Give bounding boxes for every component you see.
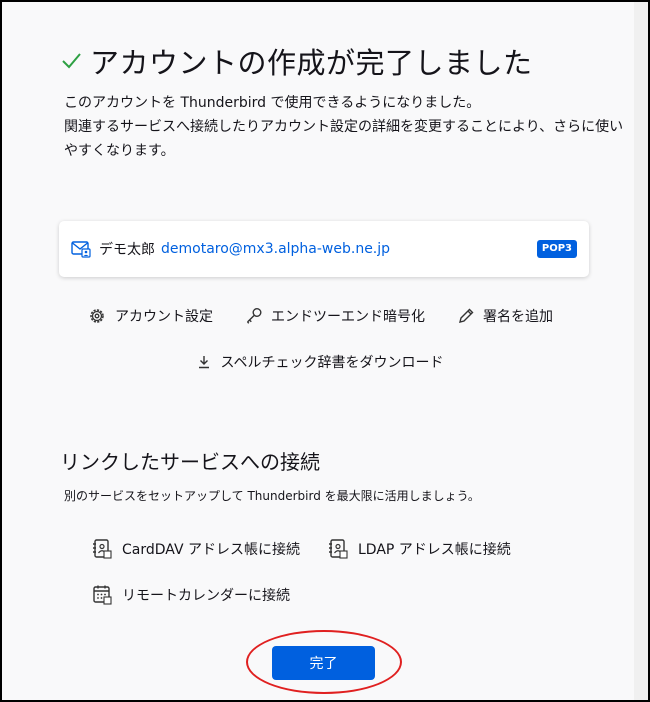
- calendar-label: リモートカレンダーに接続: [122, 588, 290, 604]
- protocol-badge: POP3: [536, 240, 577, 258]
- account-name: デモ太郎: [99, 242, 155, 258]
- connect-ldap-button[interactable]: LDAP アドレス帳に接続: [328, 538, 511, 560]
- intro-line-1: このアカウントを Thunderbird で使用できるようになりました。: [64, 95, 481, 111]
- page-title: アカウントの作成が完了しました: [90, 46, 533, 80]
- download-icon: [199, 356, 210, 369]
- add-signature-label: 署名を追加: [483, 309, 553, 325]
- mail-account-icon: [71, 240, 91, 258]
- address-book-icon: [329, 539, 348, 559]
- calendar-icon: [93, 585, 112, 605]
- account-card: デモ太郎 demotaro@mx3.alpha-web.ne.jp POP3: [59, 221, 589, 277]
- account-settings-label: アカウント設定: [115, 309, 213, 325]
- download-dictionary-button[interactable]: スペルチェック辞書をダウンロード: [192, 350, 447, 374]
- linked-services-heading: リンクしたサービスへの接続: [60, 450, 320, 474]
- done-button[interactable]: 完了: [272, 646, 375, 680]
- download-dictionary-label: スペルチェック辞書をダウンロード: [220, 355, 444, 371]
- key-icon: [247, 308, 262, 324]
- e2e-encryption-button[interactable]: エンドツーエンド暗号化: [241, 304, 429, 328]
- account-actions: アカウント設定 エンドツーエンド暗号化 署名を追加: [2, 304, 638, 328]
- intro-text: このアカウントを Thunderbird で使用できるようになりました。 関連す…: [64, 91, 624, 163]
- gear-icon: [90, 309, 104, 323]
- checkmark-icon: [60, 50, 82, 72]
- intro-line-2: 関連するサービスへ接続したりアカウント設定の詳細を変更することにより、さらに使い: [64, 119, 624, 135]
- address-book-icon: [93, 539, 112, 559]
- connect-calendar-button[interactable]: リモートカレンダーに接続: [92, 584, 290, 606]
- account-email[interactable]: demotaro@mx3.alpha-web.ne.jp: [161, 241, 390, 257]
- connect-carddav-button[interactable]: CardDAV アドレス帳に接続: [92, 538, 300, 560]
- e2e-encryption-label: エンドツーエンド暗号化: [271, 309, 425, 325]
- add-signature-button[interactable]: 署名を追加: [453, 304, 557, 328]
- title-row: アカウントの作成が完了しました: [60, 40, 533, 82]
- carddav-label: CardDAV アドレス帳に接続: [122, 542, 300, 558]
- ldap-label: LDAP アドレス帳に接続: [358, 542, 511, 558]
- linked-services-description: 別のサービスをセットアップして Thunderbird を最大限に活用しましょう…: [64, 489, 480, 503]
- pencil-icon: [459, 308, 474, 323]
- dictionary-actions: スペルチェック辞書をダウンロード: [2, 350, 638, 374]
- account-settings-button[interactable]: アカウント設定: [83, 304, 217, 328]
- intro-line-3: やすくなります。: [64, 143, 175, 159]
